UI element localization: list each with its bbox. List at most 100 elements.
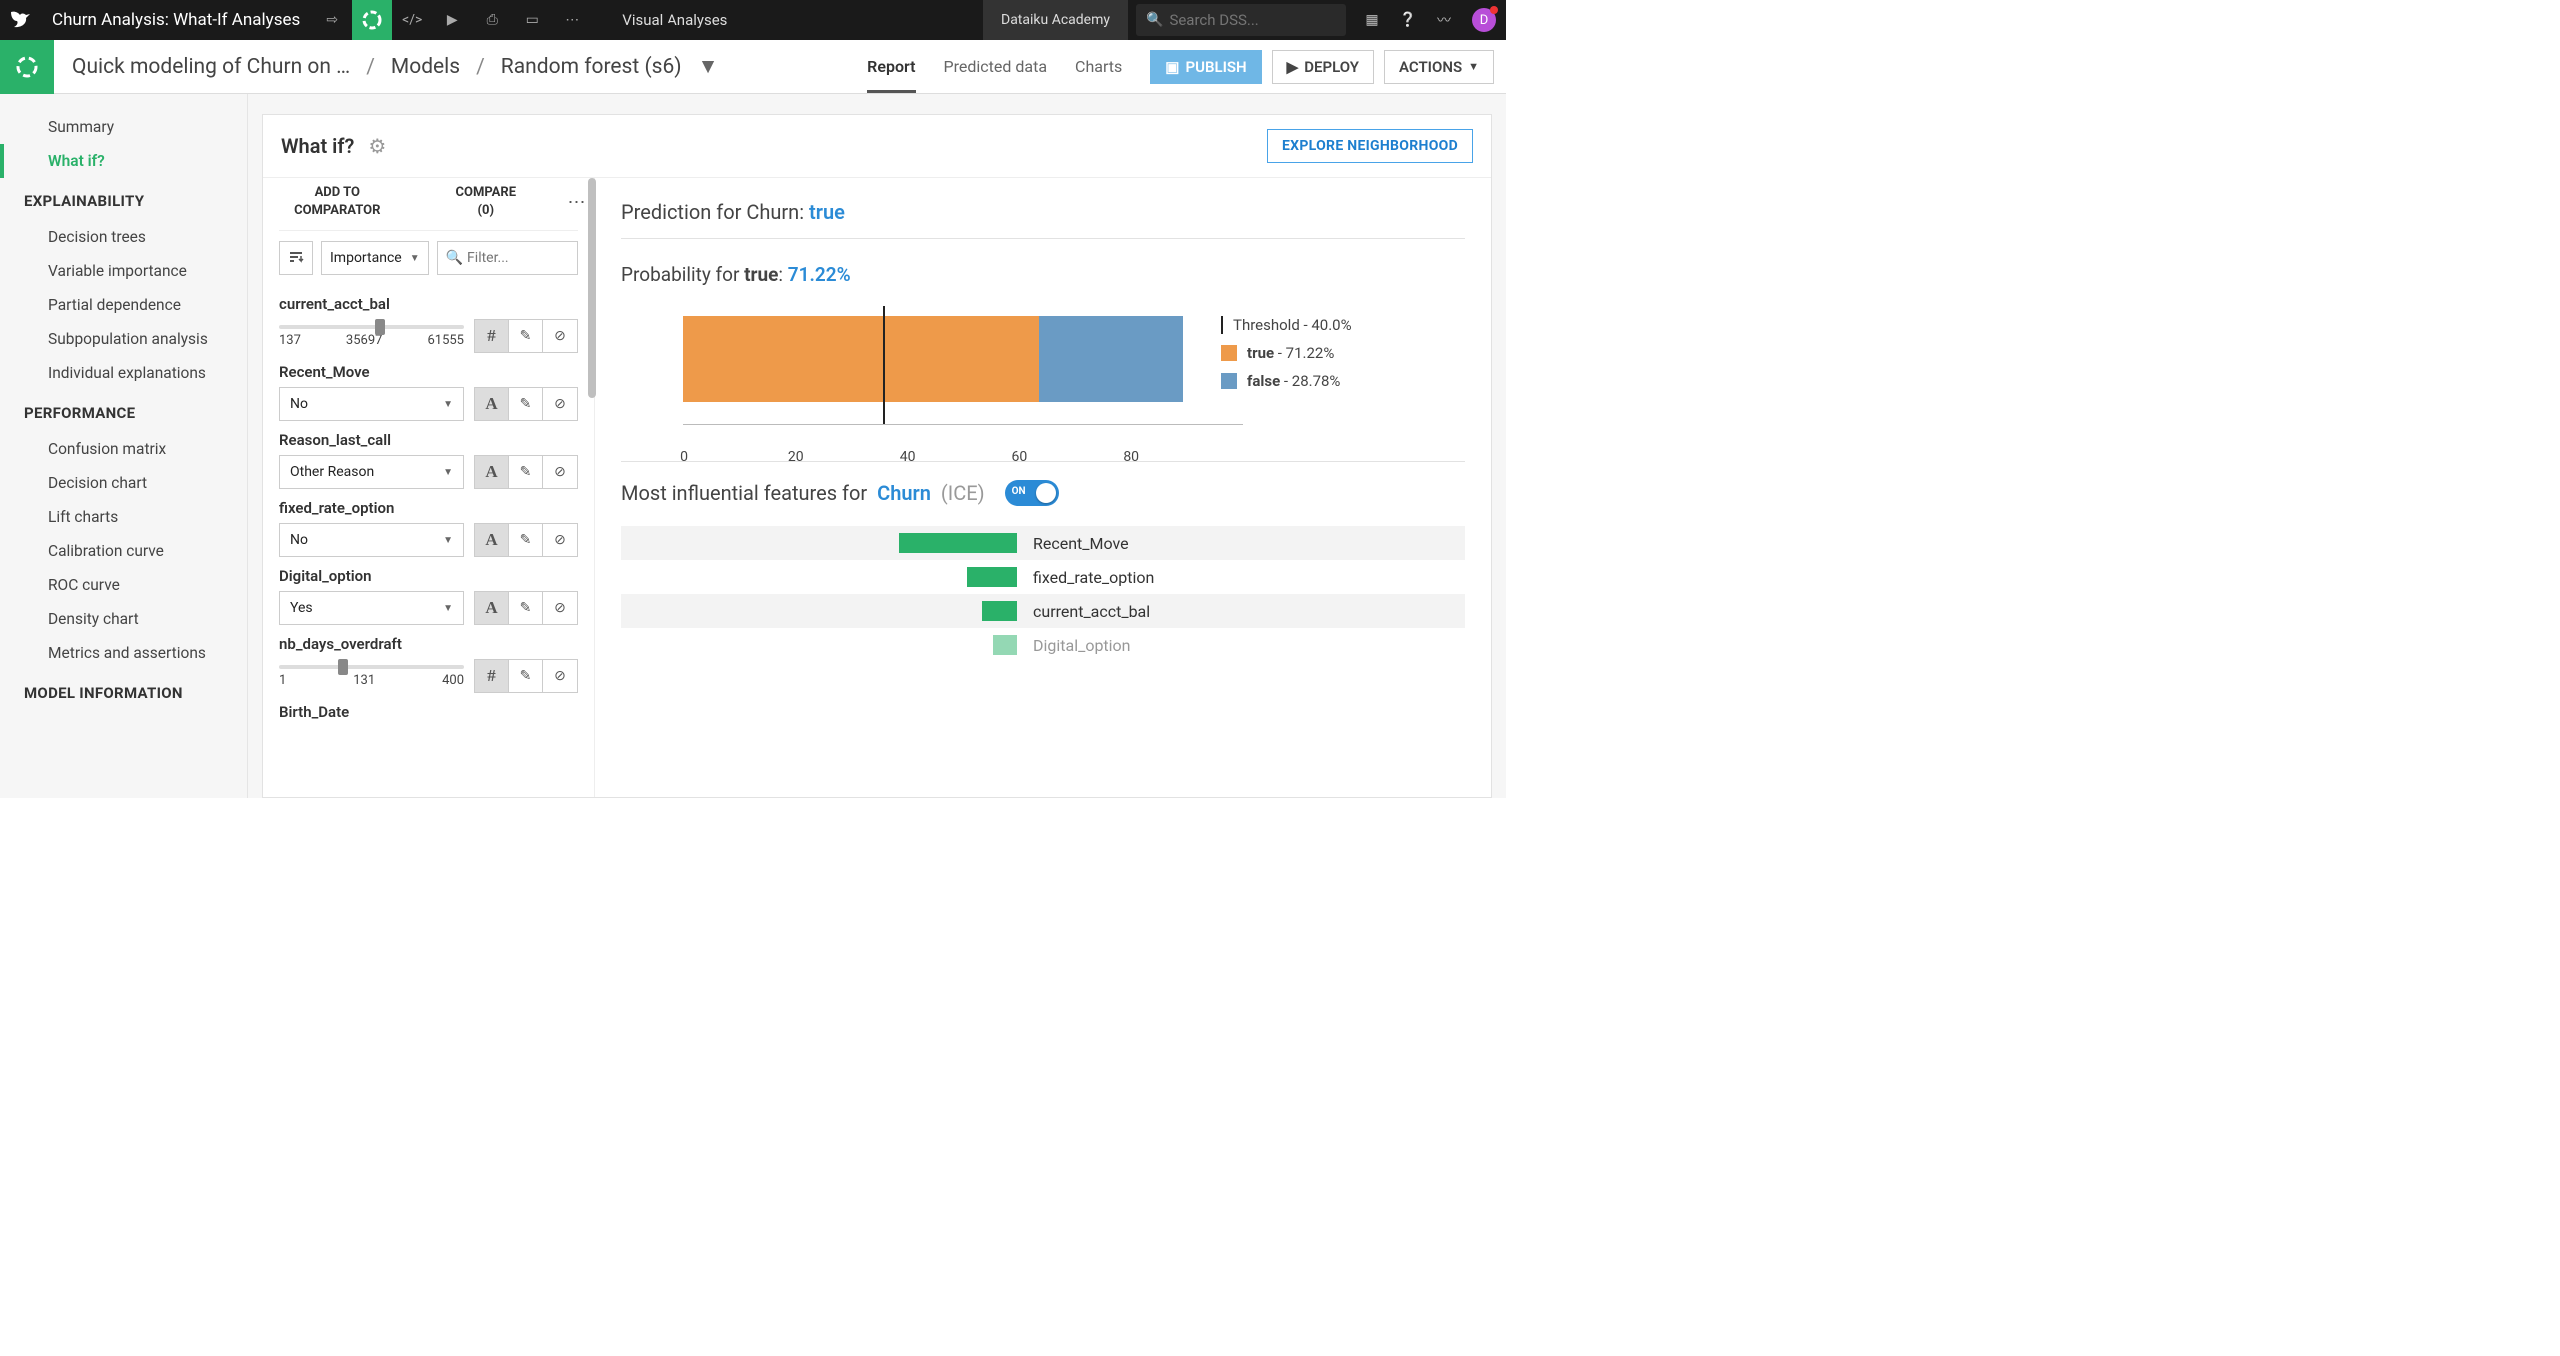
code-icon[interactable]: </>: [392, 0, 432, 40]
feature-buttons: # ✎ ⊘: [474, 319, 578, 353]
edit-icon[interactable]: ✎: [509, 524, 543, 556]
chart-axis: 0 20 40 60 80: [683, 424, 1243, 425]
card-body: ADD TO COMPARATOR COMPARE (0) ⋯: [263, 177, 1491, 797]
feature-buttons: A ✎ ⊘: [474, 387, 578, 421]
slider-value: 35697: [346, 333, 383, 348]
lab-icon[interactable]: [352, 0, 392, 40]
filter-input[interactable]: [467, 250, 569, 266]
ice-toggle[interactable]: [1005, 480, 1059, 506]
academy-link[interactable]: Dataiku Academy: [983, 0, 1128, 40]
edit-icon[interactable]: ✎: [509, 320, 543, 352]
apps-icon[interactable]: ▦: [1354, 0, 1390, 40]
sidebar-item-partial-dependence[interactable]: Partial dependence: [0, 288, 247, 322]
reset-icon[interactable]: ⊘: [543, 660, 577, 692]
feature-name: Recent_Move: [279, 363, 578, 381]
sidebar-item-lift-charts[interactable]: Lift charts: [0, 500, 247, 534]
actions-button[interactable]: ACTIONS ▼: [1384, 50, 1494, 84]
edit-icon[interactable]: ✎: [509, 456, 543, 488]
feature-slider[interactable]: 1 131 400: [279, 665, 464, 688]
label: COMPARE: [412, 184, 561, 202]
sidebar-item-whatif[interactable]: What if?: [0, 144, 247, 178]
legend-threshold: Threshold - 40.0%: [1233, 316, 1352, 334]
edit-icon[interactable]: ✎: [509, 388, 543, 420]
actions-label: ACTIONS: [1399, 58, 1462, 76]
tick: 40: [900, 449, 916, 465]
sort-select[interactable]: Importance ▼: [321, 241, 429, 275]
select-value: Other Reason: [290, 464, 374, 480]
sort-button[interactable]: [279, 241, 313, 275]
dashboard-icon[interactable]: ▭: [512, 0, 552, 40]
feature-buttons: # ✎ ⊘: [474, 659, 578, 693]
play-icon[interactable]: ▶: [432, 0, 472, 40]
tab-predicted-data[interactable]: Predicted data: [944, 57, 1048, 76]
tab-report[interactable]: Report: [867, 57, 915, 93]
feature-select[interactable]: Other Reason ▼: [279, 455, 464, 489]
sidebar-item-decision-trees[interactable]: Decision trees: [0, 220, 247, 254]
publish-button[interactable]: ▣ PUBLISH: [1150, 50, 1261, 84]
tab-charts[interactable]: Charts: [1075, 57, 1122, 76]
feature-buttons: A ✎ ⊘: [474, 591, 578, 625]
chevron-down-icon: ▼: [443, 399, 453, 410]
search-input[interactable]: [1169, 11, 1329, 29]
tab-add-comparator[interactable]: ADD TO COMPARATOR: [263, 184, 412, 220]
chevron-down-icon: ▼: [1468, 60, 1479, 73]
type-button[interactable]: A: [475, 524, 509, 556]
activity-icon[interactable]: 〰: [1426, 0, 1462, 40]
sidebar-item-decision-chart[interactable]: Decision chart: [0, 466, 247, 500]
tick: 80: [1123, 449, 1139, 465]
project-title[interactable]: Churn Analysis: What-If Analyses: [40, 10, 312, 30]
scrollbar[interactable]: [588, 178, 596, 398]
sidebar-item-calibration-curve[interactable]: Calibration curve: [0, 534, 247, 568]
crumb-model[interactable]: Random forest (s6): [501, 55, 682, 79]
gear-icon[interactable]: ⚙: [368, 134, 386, 158]
publish-icon: ▣: [1165, 58, 1179, 76]
reset-icon[interactable]: ⊘: [543, 592, 577, 624]
feature-label: current_acct_bal: [1033, 602, 1150, 621]
type-button[interactable]: #: [475, 320, 509, 352]
type-button[interactable]: A: [475, 592, 509, 624]
help-icon[interactable]: ❔: [1390, 0, 1426, 40]
reset-icon[interactable]: ⊘: [543, 524, 577, 556]
sidebar-item-density-chart[interactable]: Density chart: [0, 602, 247, 636]
avatar[interactable]: D: [1472, 8, 1496, 32]
sidebar-item-variable-importance[interactable]: Variable importance: [0, 254, 247, 288]
reset-icon[interactable]: ⊘: [543, 388, 577, 420]
crumb-project[interactable]: Quick modeling of Churn on …: [72, 55, 350, 79]
influence-bar: [982, 601, 1017, 621]
feature-birth-date: Birth_Date: [279, 703, 578, 721]
feature-slider[interactable]: 137 35697 61555: [279, 325, 464, 348]
edit-icon[interactable]: ✎: [509, 592, 543, 624]
deploy-button[interactable]: ▶ DEPLOY: [1272, 50, 1374, 84]
feature-name: Birth_Date: [279, 703, 578, 721]
type-button[interactable]: #: [475, 660, 509, 692]
feature-buttons: A ✎ ⊘: [474, 523, 578, 557]
label: Prediction for Churn:: [621, 200, 809, 224]
type-button[interactable]: A: [475, 388, 509, 420]
feature-select[interactable]: Yes ▼: [279, 591, 464, 625]
flow-icon[interactable]: ⇨: [312, 0, 352, 40]
crumb-models[interactable]: Models: [391, 55, 460, 79]
feature-select[interactable]: No ▼: [279, 387, 464, 421]
dataiku-logo-icon[interactable]: [0, 0, 40, 40]
sidebar-item-roc-curve[interactable]: ROC curve: [0, 568, 247, 602]
explore-neighborhood-button[interactable]: EXPLORE NEIGHBORHOOD: [1267, 129, 1473, 163]
sidebar-item-subpopulation[interactable]: Subpopulation analysis: [0, 322, 247, 356]
sidebar-item-summary[interactable]: Summary: [0, 110, 247, 144]
global-search[interactable]: 🔍: [1136, 4, 1346, 36]
sidebar-item-confusion-matrix[interactable]: Confusion matrix: [0, 432, 247, 466]
export-icon[interactable]: ⎙: [472, 0, 512, 40]
project-logo-icon[interactable]: [0, 40, 54, 94]
more-icon[interactable]: ⋯: [552, 0, 592, 40]
sidebar-section-performance: PERFORMANCE: [0, 390, 247, 432]
sidebar-item-individual-explanations[interactable]: Individual explanations: [0, 356, 247, 390]
edit-icon[interactable]: ✎: [509, 660, 543, 692]
sidebar-item-metrics[interactable]: Metrics and assertions: [0, 636, 247, 670]
type-button[interactable]: A: [475, 456, 509, 488]
reset-icon[interactable]: ⊘: [543, 456, 577, 488]
section-title[interactable]: Visual Analyses: [592, 11, 983, 29]
feature-filter[interactable]: 🔍: [437, 241, 578, 275]
reset-icon[interactable]: ⊘: [543, 320, 577, 352]
feature-select[interactable]: No ▼: [279, 523, 464, 557]
tab-compare[interactable]: COMPARE (0): [412, 184, 561, 220]
crumb-dropdown-icon[interactable]: ▼: [698, 55, 719, 79]
